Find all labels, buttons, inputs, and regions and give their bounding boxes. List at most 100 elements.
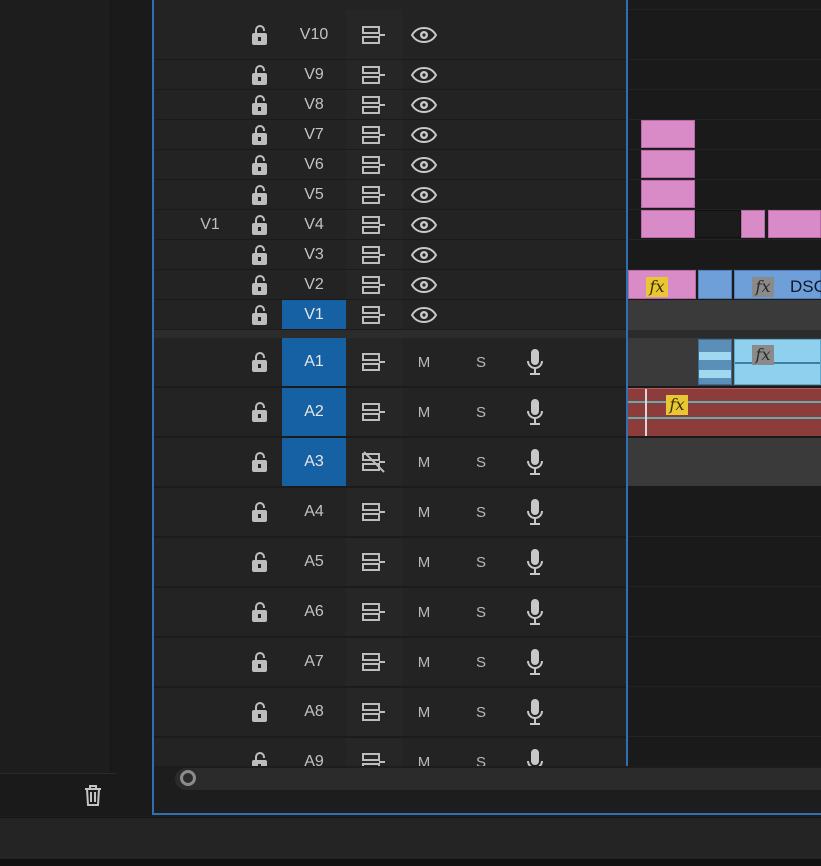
- track-target-v10[interactable]: V10: [282, 10, 346, 59]
- trash-icon[interactable]: [80, 782, 106, 808]
- sync-lock-icon[interactable]: [346, 210, 402, 239]
- track-target-a2[interactable]: A2: [282, 388, 346, 436]
- solo-button[interactable]: S: [456, 588, 506, 636]
- lock-open-icon[interactable]: [246, 180, 274, 209]
- track-target-v5[interactable]: V5: [282, 180, 346, 209]
- lock-open-icon[interactable]: [246, 688, 274, 736]
- mute-button[interactable]: M: [402, 688, 446, 736]
- sync-lock-icon[interactable]: [346, 538, 402, 586]
- mute-button[interactable]: M: [402, 538, 446, 586]
- source-patch-v1[interactable]: V1: [184, 210, 236, 239]
- track-target-v2[interactable]: V2: [282, 270, 346, 299]
- solo-button[interactable]: S: [456, 538, 506, 586]
- track-target-a3[interactable]: A3: [282, 438, 346, 486]
- lock-open-icon[interactable]: [246, 388, 274, 436]
- sync-lock-icon[interactable]: [346, 240, 402, 269]
- eye-icon[interactable]: [402, 60, 446, 89]
- sync-lock-icon[interactable]: [346, 300, 402, 329]
- sync-lock-icon[interactable]: [346, 388, 402, 436]
- microphone-icon[interactable]: [510, 488, 560, 536]
- video-clip[interactable]: [698, 270, 732, 299]
- eye-icon[interactable]: [402, 150, 446, 179]
- microphone-icon[interactable]: [510, 538, 560, 586]
- sync-lock-icon[interactable]: [346, 180, 402, 209]
- video-clip[interactable]: [768, 210, 821, 238]
- video-clip[interactable]: [695, 210, 741, 238]
- lock-open-icon[interactable]: [246, 10, 274, 59]
- sync-lock-icon[interactable]: [346, 338, 402, 386]
- microphone-icon[interactable]: [510, 738, 560, 766]
- lock-open-icon[interactable]: [246, 588, 274, 636]
- lock-open-icon[interactable]: [246, 438, 274, 486]
- solo-button[interactable]: S: [456, 488, 506, 536]
- track-target-a5[interactable]: A5: [282, 538, 346, 586]
- video-clip[interactable]: [641, 150, 695, 178]
- microphone-icon[interactable]: [510, 638, 560, 686]
- solo-button[interactable]: S: [456, 688, 506, 736]
- timeline-tracks-area[interactable]: fx fx DSC fx fx: [628, 0, 821, 766]
- lock-open-icon[interactable]: [246, 240, 274, 269]
- sync-lock-icon[interactable]: [346, 738, 402, 766]
- lock-open-icon[interactable]: [246, 638, 274, 686]
- microphone-icon[interactable]: [510, 338, 560, 386]
- track-target-v4[interactable]: V4: [282, 210, 346, 239]
- microphone-icon[interactable]: [510, 588, 560, 636]
- lock-open-icon[interactable]: [246, 60, 274, 89]
- eye-icon[interactable]: [402, 120, 446, 149]
- lock-open-icon[interactable]: [246, 270, 274, 299]
- track-target-v7[interactable]: V7: [282, 120, 346, 149]
- sync-lock-icon[interactable]: [346, 120, 402, 149]
- track-target-v1[interactable]: V1: [282, 300, 346, 329]
- sync-lock-icon[interactable]: [346, 488, 402, 536]
- lock-open-icon[interactable]: [246, 488, 274, 536]
- track-target-v3[interactable]: V3: [282, 240, 346, 269]
- track-target-a7[interactable]: A7: [282, 638, 346, 686]
- lock-open-icon[interactable]: [246, 300, 274, 329]
- track-target-v9[interactable]: V9: [282, 60, 346, 89]
- lock-open-icon[interactable]: [246, 210, 274, 239]
- sync-lock-icon[interactable]: [346, 90, 402, 119]
- sync-lock-icon[interactable]: [346, 588, 402, 636]
- mute-button[interactable]: M: [402, 438, 446, 486]
- microphone-icon[interactable]: [510, 388, 560, 436]
- track-target-a6[interactable]: A6: [282, 588, 346, 636]
- sync-lock-off-icon[interactable]: [346, 438, 402, 486]
- audio-clip[interactable]: [734, 339, 821, 385]
- solo-button[interactable]: S: [456, 438, 506, 486]
- audio-clip[interactable]: [628, 388, 821, 436]
- video-clip[interactable]: [641, 120, 695, 148]
- mute-button[interactable]: M: [402, 488, 446, 536]
- sync-lock-icon[interactable]: [346, 270, 402, 299]
- sync-lock-icon[interactable]: [346, 688, 402, 736]
- eye-icon[interactable]: [402, 300, 446, 329]
- track-target-a8[interactable]: A8: [282, 688, 346, 736]
- sync-lock-icon[interactable]: [346, 150, 402, 179]
- solo-button[interactable]: S: [456, 738, 506, 767]
- video-clip[interactable]: [741, 210, 765, 238]
- solo-button[interactable]: S: [456, 338, 506, 386]
- track-target-a1[interactable]: A1: [282, 338, 346, 386]
- sync-lock-icon[interactable]: [346, 10, 402, 59]
- eye-icon[interactable]: [402, 240, 446, 269]
- solo-button[interactable]: S: [456, 638, 506, 686]
- sync-lock-icon[interactable]: [346, 638, 402, 686]
- sync-lock-icon[interactable]: [346, 60, 402, 89]
- eye-icon[interactable]: [402, 90, 446, 119]
- scrollbar-handle[interactable]: [180, 770, 196, 786]
- lock-open-icon[interactable]: [246, 120, 274, 149]
- lock-open-icon[interactable]: [246, 738, 274, 766]
- timeline-horizontal-scrollbar[interactable]: [175, 768, 821, 790]
- video-clip[interactable]: [641, 210, 695, 238]
- mute-button[interactable]: M: [402, 588, 446, 636]
- track-target-a9[interactable]: A9: [282, 738, 346, 766]
- microphone-icon[interactable]: [510, 438, 560, 486]
- solo-button[interactable]: S: [456, 388, 506, 436]
- eye-icon[interactable]: [402, 270, 446, 299]
- track-target-a4[interactable]: A4: [282, 488, 346, 536]
- audio-clip[interactable]: [698, 339, 732, 385]
- track-target-v6[interactable]: V6: [282, 150, 346, 179]
- eye-icon[interactable]: [402, 180, 446, 209]
- lock-open-icon[interactable]: [246, 538, 274, 586]
- mute-button[interactable]: M: [402, 638, 446, 686]
- lock-open-icon[interactable]: [246, 338, 274, 386]
